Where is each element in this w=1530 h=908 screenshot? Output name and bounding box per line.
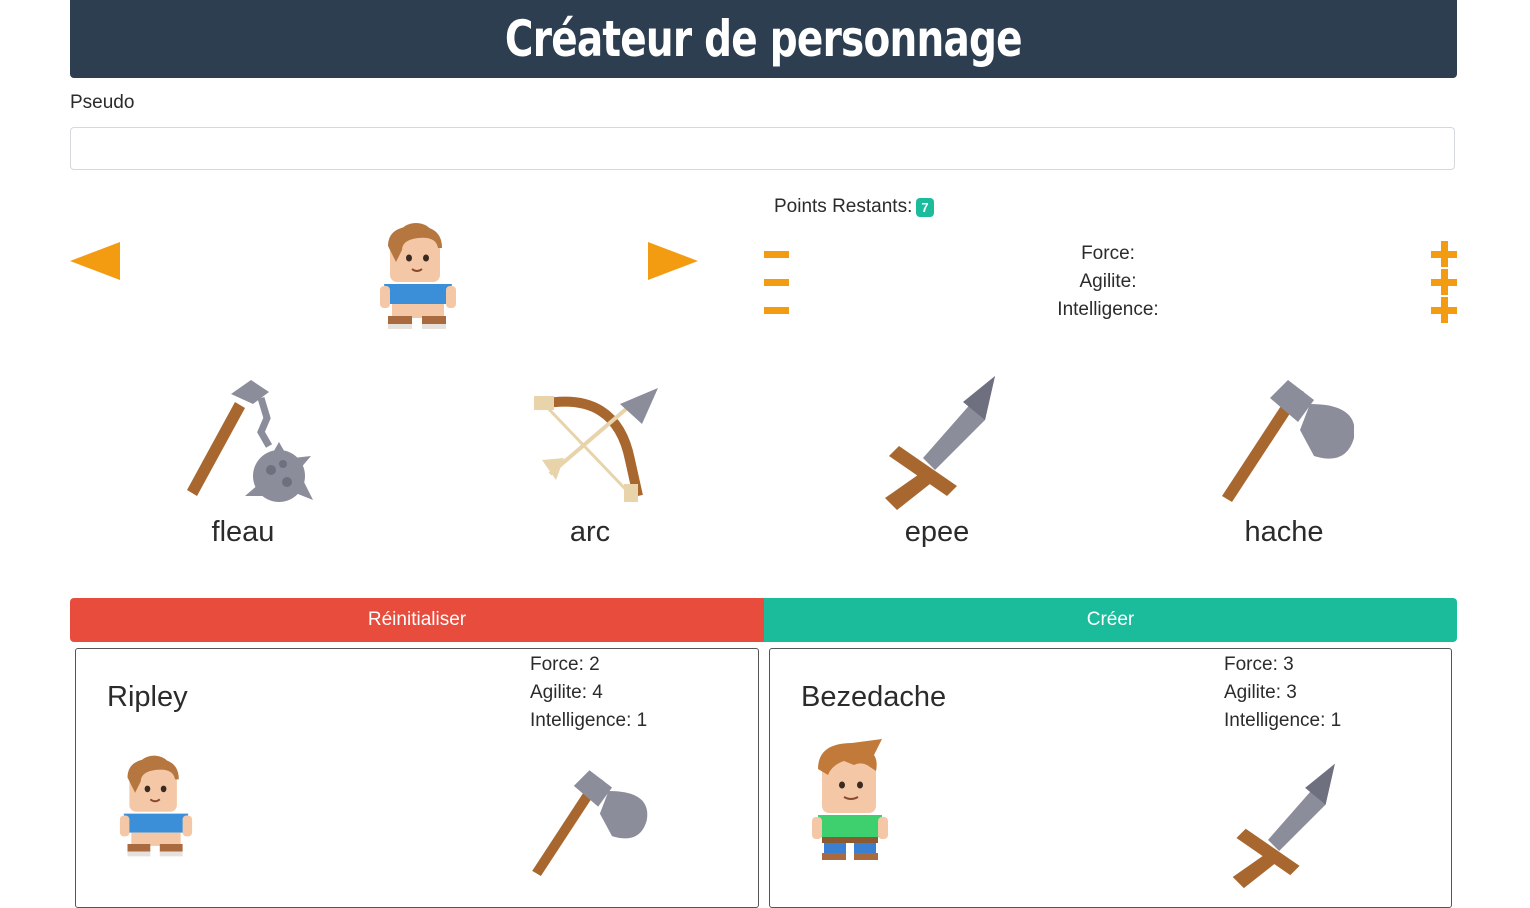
bow-icon [534, 388, 658, 502]
weapon-epee[interactable]: epee [857, 374, 1017, 549]
points-remaining: Points Restants: 7 [774, 196, 934, 218]
axe-icon [516, 765, 656, 888]
intelligence-label: Intelligence: [1057, 299, 1159, 320]
girl-avatar-icon [378, 220, 458, 337]
force-plus-button[interactable] [1431, 241, 1457, 267]
points-label: Points Restants: [774, 196, 913, 217]
flail-icon [187, 380, 313, 502]
create-button[interactable]: Créer [764, 598, 1457, 642]
character-card: Ripley Force: 2 Agilite: 4 Intelligence:… [75, 648, 759, 908]
character-force: Force: 3 [1224, 654, 1294, 675]
axe-icon [1222, 380, 1354, 502]
page-title: Créateur de personnage [505, 10, 1023, 68]
weapon-label: hache [1244, 516, 1324, 548]
force-minus-button[interactable] [764, 251, 789, 258]
weapon-hache[interactable]: hache [1204, 374, 1364, 549]
agilite-plus-button[interactable] [1431, 269, 1457, 295]
character-force: Force: 2 [530, 654, 600, 675]
previous-avatar-arrow-icon[interactable] [70, 242, 120, 280]
reset-button[interactable]: Réinitialiser [70, 598, 764, 642]
page-header: Créateur de personnage [70, 0, 1457, 78]
character-name: Ripley [107, 681, 188, 713]
weapon-label: fleau [211, 516, 275, 548]
character-intelligence: Intelligence: 1 [1224, 710, 1342, 731]
weapon-fleau[interactable]: fleau [163, 374, 323, 549]
weapon-arc[interactable]: arc [510, 374, 670, 549]
intelligence-plus-button[interactable] [1431, 297, 1457, 323]
next-avatar-arrow-icon[interactable] [648, 242, 698, 280]
character-agilite: Agilite: 3 [1224, 682, 1297, 703]
pseudo-label: Pseudo [70, 92, 135, 113]
agilite-label: Agilite: [1079, 271, 1137, 292]
weapon-label: epee [904, 516, 970, 548]
intelligence-minus-button[interactable] [764, 307, 789, 314]
boy-avatar-icon [812, 739, 888, 866]
sword-icon [885, 376, 995, 510]
weapon-label: arc [569, 516, 611, 548]
agilite-minus-button[interactable] [764, 279, 789, 286]
points-badge: 7 [916, 197, 934, 217]
girl-avatar-icon [118, 751, 194, 866]
character-name: Bezedache [801, 681, 947, 713]
pseudo-input[interactable] [70, 127, 1455, 170]
force-label: Force: [1081, 243, 1135, 264]
sword-icon [1216, 755, 1346, 900]
character-intelligence: Intelligence: 1 [530, 710, 648, 731]
character-card: Bezedache Force: 3 Agilite: 3 Intelligen… [769, 648, 1452, 908]
character-agilite: Agilite: 4 [530, 682, 603, 703]
